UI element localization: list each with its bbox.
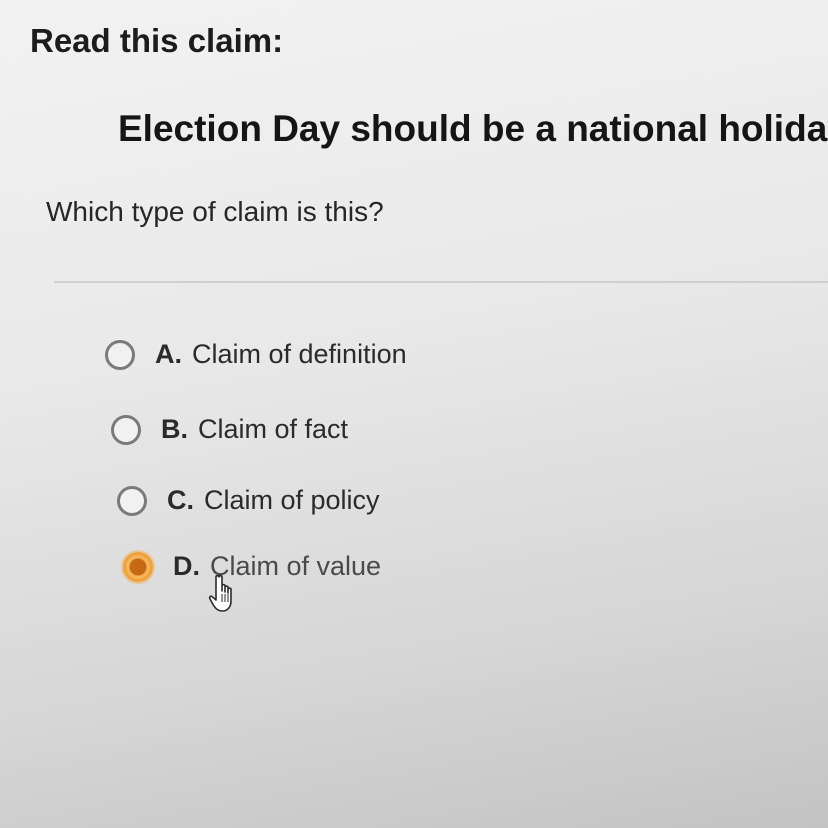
- option-b-text: B. Claim of fact: [161, 414, 348, 445]
- radio-button-b[interactable]: [111, 414, 141, 445]
- quiz-page: Read this claim: Election Day should be …: [0, 0, 828, 828]
- option-c-letter: C.: [167, 485, 194, 515]
- answer-options: A. Claim of definition B. Claim of fact C.…: [0, 0, 828, 828]
- option-d[interactable]: D. Claim of value: [123, 551, 381, 582]
- option-b-letter: B.: [161, 414, 188, 444]
- radio-button-c[interactable]: [117, 485, 147, 516]
- option-a-text: A. Claim of definition: [155, 339, 407, 370]
- option-a[interactable]: A. Claim of definition: [105, 339, 407, 370]
- option-a-label: Claim of definition: [192, 339, 407, 369]
- option-b[interactable]: B. Claim of fact: [111, 414, 348, 445]
- option-c-text: C. Claim of policy: [167, 485, 380, 516]
- option-d-label: Claim of value: [210, 551, 382, 581]
- option-d-text: D. Claim of value: [173, 551, 381, 582]
- option-a-letter: A.: [155, 339, 182, 369]
- option-b-label: Claim of fact: [198, 414, 349, 444]
- radio-button-d-selected[interactable]: [123, 551, 153, 582]
- option-c-label: Claim of policy: [204, 485, 380, 515]
- radio-button-a[interactable]: [105, 339, 135, 370]
- option-c[interactable]: C. Claim of policy: [117, 485, 380, 516]
- option-d-letter: D.: [173, 551, 200, 581]
